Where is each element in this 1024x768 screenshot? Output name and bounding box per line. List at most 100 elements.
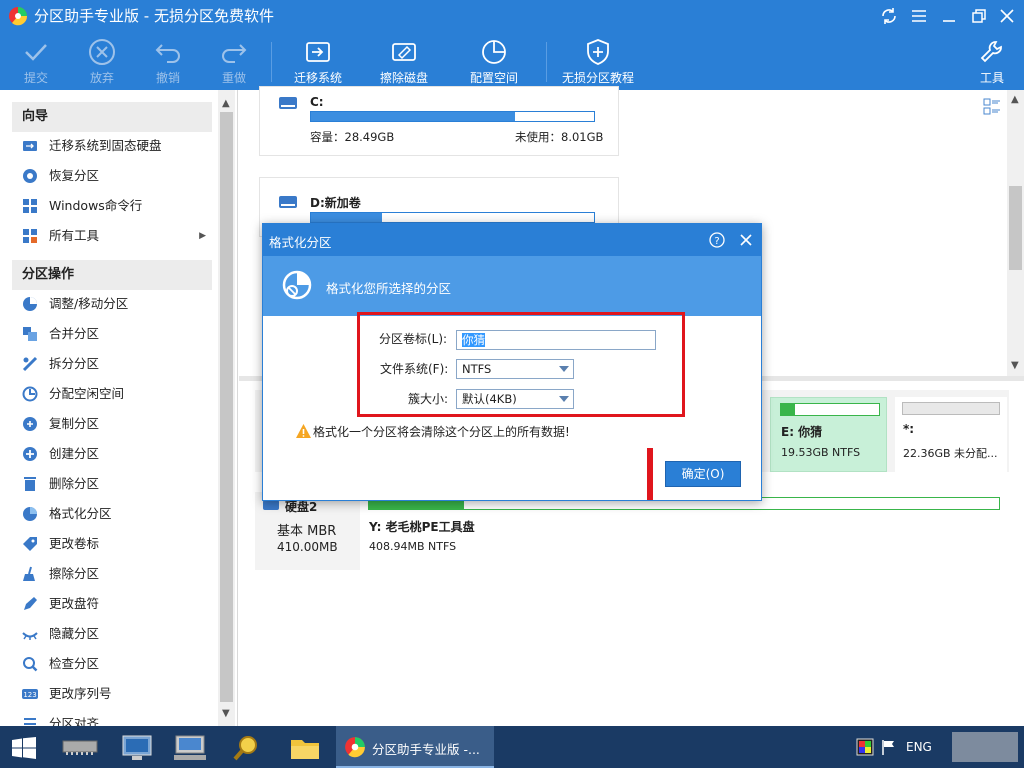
ops-section-title: 分区操作 bbox=[12, 260, 212, 290]
dialog-banner: 格式化您所选择的分区 bbox=[263, 256, 761, 316]
pie-chart-icon bbox=[478, 37, 510, 67]
drive-icon bbox=[278, 95, 298, 111]
sidebar-item-check[interactable]: 检查分区 bbox=[22, 649, 212, 679]
taskbar-app-memory[interactable] bbox=[56, 726, 104, 768]
toolbar-separator bbox=[546, 42, 547, 82]
partition-e-block[interactable]: E: 你猜 19.53GB NTFS bbox=[770, 397, 887, 472]
restore-icon[interactable] bbox=[968, 6, 990, 26]
scrollbar-thumb[interactable] bbox=[1009, 186, 1022, 270]
taskbar-app-search[interactable] bbox=[222, 726, 270, 768]
scrollbar-thumb[interactable] bbox=[220, 112, 233, 702]
sidebar-item-drive-letter[interactable]: 更改盘符 bbox=[22, 589, 212, 619]
taskbar-app-network[interactable] bbox=[112, 726, 160, 768]
start-button[interactable] bbox=[0, 726, 48, 768]
tutorial-button[interactable]: 无损分区教程 bbox=[558, 32, 638, 90]
svg-text:?: ? bbox=[714, 236, 719, 247]
sidebar-item-create[interactable]: 创建分区 bbox=[22, 439, 212, 469]
redo-button[interactable]: 重做 bbox=[212, 32, 256, 90]
scroll-up-icon[interactable]: ▲ bbox=[222, 98, 230, 109]
ok-button[interactable]: 确定(O) bbox=[665, 461, 741, 487]
minimize-icon[interactable] bbox=[938, 6, 960, 26]
color-tray-icon[interactable] bbox=[856, 738, 874, 756]
sidebar-item-serial[interactable]: 123 更改序列号 bbox=[22, 679, 212, 709]
grid-icon bbox=[22, 228, 38, 244]
partition-name: Y: 老毛桃PE工具盘 bbox=[369, 520, 475, 534]
main-scrollbar[interactable]: ▲ ▼ bbox=[1007, 90, 1024, 376]
title-bar: 分区助手专业版 - 无损分区免费软件 bbox=[0, 0, 1024, 32]
sidebar-item-copy[interactable]: 复制分区 bbox=[22, 409, 212, 439]
sidebar-scrollbar[interactable]: ▲ ▼ bbox=[218, 90, 235, 726]
submit-button[interactable]: 提交 bbox=[14, 32, 58, 90]
create-icon bbox=[22, 446, 38, 462]
clock-area[interactable] bbox=[952, 732, 1018, 762]
taskbar-app-computer[interactable] bbox=[166, 726, 214, 768]
unused-text: 未使用：8.01GB bbox=[515, 130, 604, 144]
sidebar-item-hide[interactable]: 隐藏分区 bbox=[22, 619, 212, 649]
sidebar-item-cmd[interactable]: Windows命令行 bbox=[22, 191, 212, 221]
partition-name: E: 你猜 bbox=[781, 425, 823, 439]
dialog-title: 格式化分区 bbox=[269, 235, 332, 250]
taskbar-app-explorer[interactable] bbox=[280, 726, 328, 768]
trash-icon bbox=[22, 476, 38, 492]
sidebar-item-format[interactable]: 格式化分区 bbox=[22, 499, 212, 529]
usage-bar bbox=[310, 212, 595, 223]
sidebar: 向导 迁移系统到固态硬盘 恢复分区 Windows命令行 所有工具 ▶ 分区操作 … bbox=[0, 90, 238, 726]
sidebar-item-migrate-ssd[interactable]: 迁移系统到固态硬盘 bbox=[22, 131, 212, 161]
recover-icon bbox=[22, 168, 38, 184]
tag-icon bbox=[22, 536, 38, 552]
sidebar-item-split[interactable]: 拆分分区 bbox=[22, 349, 212, 379]
close-icon[interactable] bbox=[996, 6, 1018, 26]
scroll-up-icon[interactable]: ▲ bbox=[1011, 94, 1019, 105]
window-title: 分区助手专业版 - 无损分区免费软件 bbox=[34, 7, 274, 25]
sidebar-item-wipe[interactable]: 擦除分区 bbox=[22, 559, 212, 589]
broom-icon bbox=[22, 566, 38, 582]
sidebar-item-all-tools[interactable]: 所有工具 ▶ bbox=[22, 221, 212, 251]
disk-eraser-icon bbox=[388, 37, 420, 67]
eye-closed-icon bbox=[22, 626, 38, 642]
scroll-down-icon[interactable]: ▼ bbox=[222, 708, 230, 719]
partition-info: 22.36GB 未分配... bbox=[903, 447, 998, 460]
partition-y-block[interactable]: Y: 老毛桃PE工具盘 408.94MB NTFS bbox=[360, 492, 1009, 570]
view-toggle-icon[interactable] bbox=[983, 98, 1001, 116]
scroll-down-icon[interactable]: ▼ bbox=[1011, 360, 1019, 371]
redo-icon bbox=[218, 37, 250, 67]
unallocated-block[interactable]: *: 22.36GB 未分配... bbox=[895, 397, 1007, 472]
sidebar-item-resize[interactable]: 调整/移动分区 bbox=[22, 289, 212, 319]
allocate-icon bbox=[22, 386, 38, 402]
format-partition-dialog: 格式化分区 ? 格式化您所选择的分区 分区卷标(L): 你猜 文件系统(F): … bbox=[262, 223, 762, 501]
partition-name: D:新加卷 bbox=[310, 196, 361, 210]
magnifier-icon bbox=[22, 656, 38, 672]
language-indicator[interactable]: ENG bbox=[906, 740, 932, 754]
sidebar-item-delete[interactable]: 删除分区 bbox=[22, 469, 212, 499]
undo-icon bbox=[152, 37, 184, 67]
pencil-icon bbox=[22, 596, 38, 612]
allocate-space-button[interactable]: 配置空间 bbox=[466, 32, 522, 90]
close-icon[interactable] bbox=[738, 232, 754, 248]
help-icon[interactable]: ? bbox=[709, 232, 725, 248]
serial-123-icon: 123 bbox=[22, 686, 38, 702]
tools-button[interactable]: 工具 bbox=[972, 32, 1012, 90]
sidebar-item-label[interactable]: 更改卷标 bbox=[22, 529, 212, 559]
migrate-icon bbox=[22, 138, 38, 154]
shield-icon bbox=[582, 37, 614, 67]
app-logo-icon bbox=[344, 736, 366, 758]
sidebar-item-merge[interactable]: 合并分区 bbox=[22, 319, 212, 349]
disk-type: 基本 MBR bbox=[277, 524, 337, 539]
highlight-box bbox=[647, 448, 653, 500]
sidebar-item-align[interactable]: 分区对齐 bbox=[22, 709, 212, 726]
partition-name: *: bbox=[903, 422, 915, 436]
partition-card-c[interactable]: C: 容量：28.49GB 未使用：8.01GB bbox=[259, 86, 619, 156]
migrate-os-button[interactable]: 迁移系统 bbox=[290, 32, 346, 90]
usage-bar bbox=[902, 402, 1000, 415]
capacity-text: 容量：28.49GB bbox=[310, 130, 395, 144]
flag-tray-icon[interactable] bbox=[880, 739, 898, 755]
refresh-icon[interactable] bbox=[878, 6, 900, 26]
undo-button[interactable]: 撤销 bbox=[146, 32, 190, 90]
sidebar-item-recover[interactable]: 恢复分区 bbox=[22, 161, 212, 191]
taskbar-active-app[interactable]: 分区助手专业版 -... bbox=[336, 726, 494, 768]
app-logo-icon bbox=[8, 6, 28, 26]
wipe-disk-button[interactable]: 擦除磁盘 bbox=[376, 32, 432, 90]
menu-icon[interactable] bbox=[908, 6, 930, 26]
sidebar-item-allocate[interactable]: 分配空闲空间 bbox=[22, 379, 212, 409]
discard-button[interactable]: 放弃 bbox=[80, 32, 124, 90]
